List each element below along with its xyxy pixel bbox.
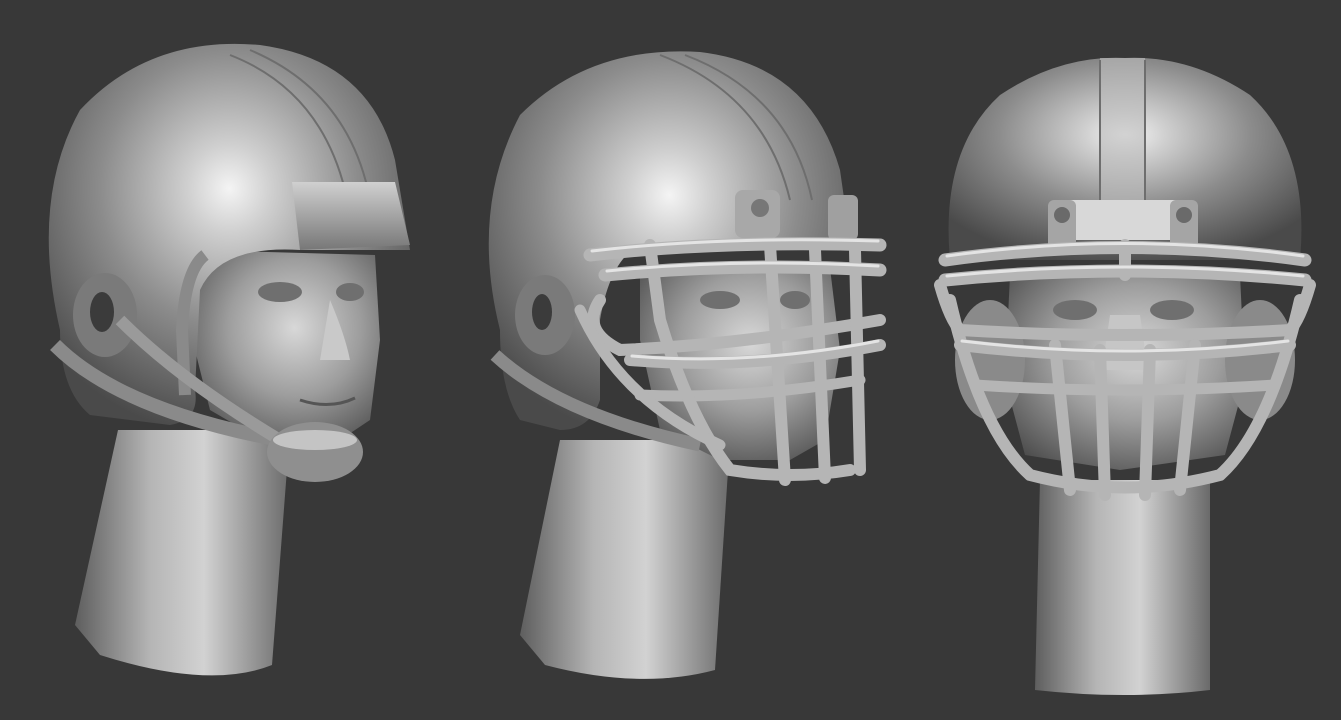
neck-2: [520, 440, 730, 679]
neck-1: [75, 430, 290, 676]
neck-3: [1035, 480, 1210, 695]
face-1: [190, 250, 380, 445]
render-canvas: [48, 43, 1316, 695]
helmet-three-quarter-view: [488, 51, 887, 679]
helmet-front-view: [934, 57, 1316, 695]
helmet-side-view: [48, 43, 410, 676]
render-viewport: [0, 0, 1341, 720]
face-3: [1005, 275, 1245, 470]
